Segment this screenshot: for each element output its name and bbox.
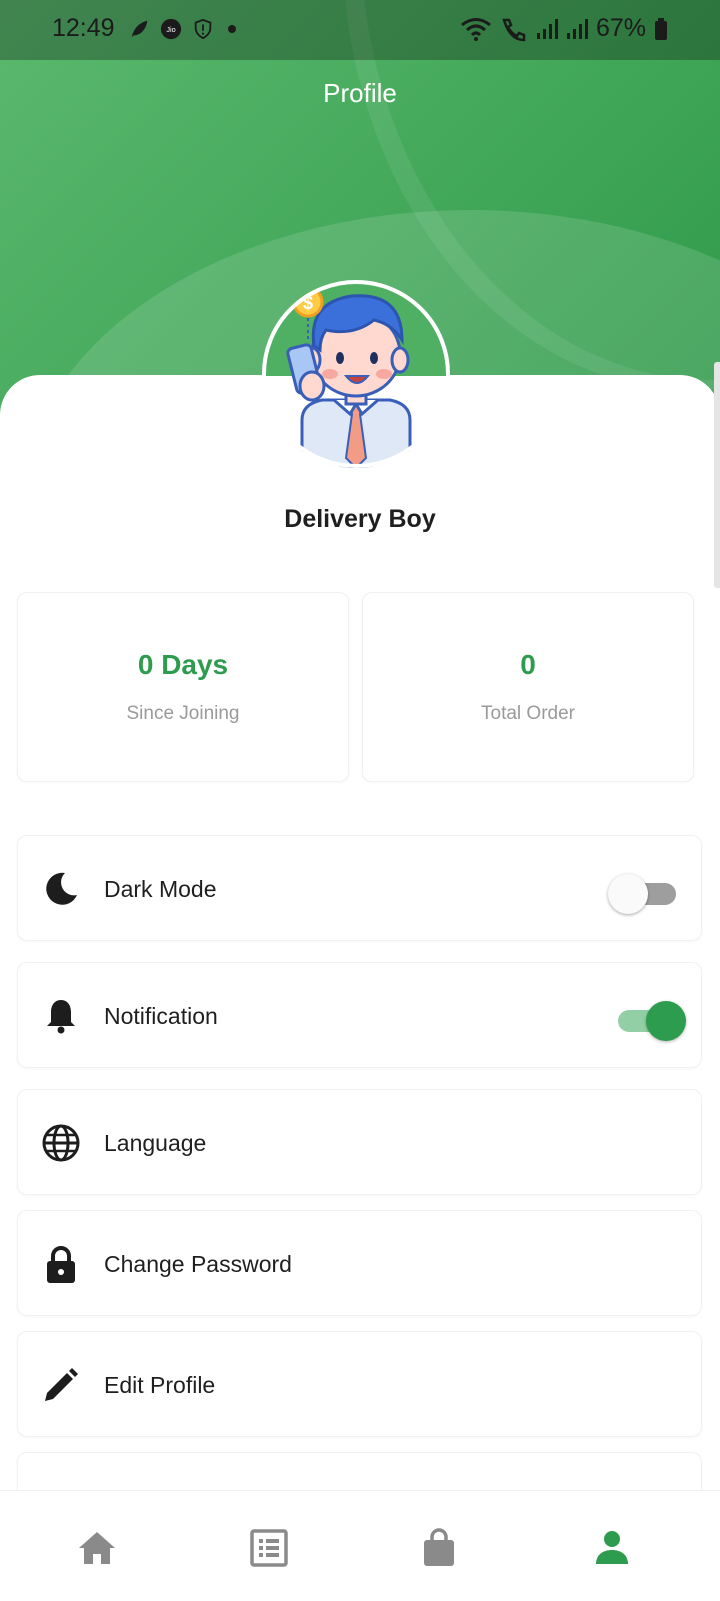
scroll-indicator[interactable] bbox=[714, 362, 720, 588]
shield-icon bbox=[194, 18, 212, 40]
menu-item-edit-profile[interactable]: Edit Profile bbox=[17, 1331, 702, 1437]
status-notification-icons: Jio bbox=[128, 18, 240, 40]
battery-icon bbox=[655, 17, 667, 40]
battery-percentage: 67% bbox=[595, 14, 646, 42]
dot-icon bbox=[228, 25, 236, 33]
toggle-knob bbox=[646, 1001, 686, 1041]
wifi-call-icon bbox=[502, 18, 526, 41]
dark-mode-toggle[interactable] bbox=[608, 874, 680, 914]
stat-value-days: 0 Days bbox=[137, 649, 229, 680]
avatar-ring bbox=[262, 280, 450, 468]
language-label: Language bbox=[104, 1130, 207, 1156]
stat-label-days: Since Joining bbox=[126, 703, 240, 724]
menu-item-dark-mode[interactable]: Dark Mode bbox=[17, 835, 702, 941]
bag-icon[interactable] bbox=[417, 1526, 461, 1570]
svg-text:Jio: Jio bbox=[166, 25, 175, 34]
profile-name: Delivery Boy bbox=[284, 505, 436, 533]
change-password-label: Change Password bbox=[104, 1251, 292, 1277]
menu-item-language[interactable]: Language bbox=[17, 1089, 702, 1195]
dark-mode-label: Dark Mode bbox=[104, 876, 217, 902]
signal-icon bbox=[536, 18, 558, 39]
menu-item-change-password[interactable]: Change Password bbox=[17, 1210, 702, 1316]
status-time: 12:49 bbox=[52, 14, 115, 42]
pencil-icon bbox=[45, 1368, 78, 1401]
bell-icon bbox=[47, 1000, 75, 1034]
leaf-icon bbox=[131, 20, 148, 38]
notification-toggle[interactable] bbox=[614, 1001, 686, 1041]
status-bar: 12:49 Jio 67% bbox=[0, 0, 720, 60]
stat-card-days: 0 Days Since Joining bbox=[17, 592, 349, 782]
bottom-nav bbox=[0, 1490, 720, 1601]
notification-label: Notification bbox=[104, 1003, 218, 1029]
person-icon[interactable] bbox=[590, 1526, 634, 1570]
menu-item-notification[interactable]: Notification bbox=[17, 962, 702, 1068]
toggle-knob bbox=[608, 874, 648, 914]
stat-card-orders: 0 Total Order bbox=[362, 592, 694, 782]
list-icon[interactable] bbox=[247, 1526, 291, 1570]
lock-icon bbox=[47, 1246, 75, 1283]
wifi-icon bbox=[461, 17, 491, 41]
signal-icon-2 bbox=[566, 18, 588, 39]
jio-icon: Jio bbox=[160, 18, 182, 40]
globe-icon bbox=[42, 1124, 80, 1162]
home-icon[interactable] bbox=[75, 1526, 119, 1570]
edit-profile-label: Edit Profile bbox=[104, 1372, 216, 1398]
stat-label-orders: Total Order bbox=[481, 703, 575, 724]
page-title: Profile bbox=[323, 78, 397, 108]
moon-icon bbox=[46, 872, 77, 905]
status-system-icons: 67% bbox=[460, 14, 668, 43]
stat-value-orders: 0 bbox=[520, 649, 536, 680]
